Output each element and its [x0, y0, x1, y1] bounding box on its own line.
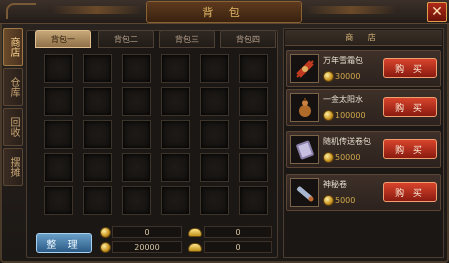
- scroll-bundle-icon: [290, 135, 319, 164]
- side-tabs: 商店 仓库 回收 摆摊: [3, 28, 23, 188]
- bound-ingot-field: 0: [204, 226, 272, 238]
- item-price: 100000: [335, 111, 366, 120]
- ingot-field: 0: [204, 241, 272, 253]
- item-name: 神秘卷: [323, 180, 347, 189]
- side-tab-warehouse[interactable]: 仓库: [3, 68, 23, 106]
- inventory-slot[interactable]: [200, 186, 229, 215]
- inventory-slot[interactable]: [239, 54, 268, 83]
- ingot-icon: [188, 243, 202, 252]
- inventory-slot[interactable]: [122, 186, 151, 215]
- shop-item[interactable]: 神秘卷 5000 购 买: [286, 174, 441, 211]
- buy-button[interactable]: 购 买: [383, 97, 437, 117]
- shop-title: 商 店: [285, 30, 442, 46]
- inventory-slot[interactable]: [83, 153, 112, 182]
- shop-item[interactable]: 万年雪霜包 30000 购 买: [286, 50, 441, 87]
- corner-ornament: [6, 3, 36, 19]
- inventory-slot[interactable]: [239, 186, 268, 215]
- inventory-slot[interactable]: [239, 153, 268, 182]
- item-name: 随机传送卷包: [323, 137, 371, 146]
- inventory-slot[interactable]: [200, 120, 229, 149]
- item-price: 50000: [335, 153, 361, 162]
- item-name: 万年雪霜包: [323, 56, 363, 65]
- inventory-slot[interactable]: [83, 120, 112, 149]
- gold-coin-icon: [100, 242, 111, 253]
- bound-gold-field: 0: [112, 226, 182, 238]
- bag-tab-1[interactable]: 背包一: [35, 30, 91, 48]
- inventory-slot[interactable]: [122, 54, 151, 83]
- bag-tab-3[interactable]: 背包三: [159, 30, 215, 48]
- potion-gourd-icon: [290, 93, 319, 122]
- inventory-slot[interactable]: [122, 153, 151, 182]
- bag-tab-4[interactable]: 背包四: [220, 30, 276, 48]
- snow-bundle-icon: [290, 54, 319, 83]
- bound-ingot-icon: [188, 228, 202, 237]
- shop-item[interactable]: 一金太阳水 100000 购 买: [286, 89, 441, 126]
- side-tab-shop[interactable]: 商店: [3, 28, 23, 66]
- side-tab-recycle[interactable]: 回收: [3, 108, 23, 146]
- buy-button[interactable]: 购 买: [383, 58, 437, 78]
- shop-item[interactable]: 随机传送卷包 50000 购 买: [286, 131, 441, 168]
- inventory-slot[interactable]: [83, 87, 112, 116]
- buy-button[interactable]: 购 买: [383, 182, 437, 202]
- inventory-slot[interactable]: [239, 120, 268, 149]
- inventory-slot[interactable]: [161, 87, 190, 116]
- scroll-icon: [290, 178, 319, 207]
- inventory-slot[interactable]: [44, 186, 73, 215]
- inventory-slot[interactable]: [200, 153, 229, 182]
- inventory-slot[interactable]: [161, 186, 190, 215]
- inventory-slot[interactable]: [161, 54, 190, 83]
- inventory-slot[interactable]: [161, 153, 190, 182]
- inventory-slot[interactable]: [161, 120, 190, 149]
- inventory-slot[interactable]: [83, 54, 112, 83]
- side-tab-stall[interactable]: 摆摊: [3, 148, 23, 186]
- item-name: 一金太阳水: [323, 95, 363, 104]
- title-bar: 背 包 ✕: [0, 0, 449, 24]
- window-title: 背 包: [146, 1, 302, 23]
- item-price: 5000: [335, 196, 356, 205]
- inventory-slot[interactable]: [122, 87, 151, 116]
- bag-tab-2[interactable]: 背包二: [98, 30, 154, 48]
- inventory-slot[interactable]: [83, 186, 112, 215]
- close-button[interactable]: ✕: [427, 2, 447, 22]
- gold-field: 20000: [112, 241, 182, 253]
- inventory-slot[interactable]: [44, 54, 73, 83]
- bound-gold-coin-icon: [100, 227, 111, 238]
- item-price: 30000: [335, 72, 361, 81]
- buy-button[interactable]: 购 买: [383, 139, 437, 159]
- coin-icon: [323, 71, 334, 82]
- inventory-slot[interactable]: [122, 120, 151, 149]
- inventory-slot[interactable]: [44, 153, 73, 182]
- title-ornament-left: [52, 6, 142, 14]
- inventory-slot[interactable]: [44, 87, 73, 116]
- title-ornament-right: [306, 6, 396, 14]
- inventory-slot[interactable]: [239, 87, 268, 116]
- inventory-slot[interactable]: [44, 120, 73, 149]
- coin-icon: [323, 152, 334, 163]
- coin-icon: [323, 110, 334, 121]
- inventory-slot[interactable]: [200, 54, 229, 83]
- bag-grid: [44, 54, 272, 218]
- inventory-slot[interactable]: [200, 87, 229, 116]
- sort-button[interactable]: 整 理: [36, 233, 92, 253]
- coin-icon: [323, 195, 334, 206]
